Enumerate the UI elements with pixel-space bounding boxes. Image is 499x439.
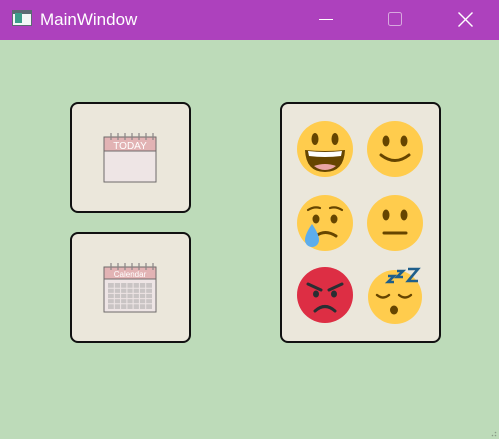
slightly-smiling-face-emoji[interactable] (366, 120, 424, 178)
crying-face-emoji[interactable] (296, 194, 354, 252)
maximize-button[interactable] (371, 0, 417, 40)
neutral-face-emoji[interactable] (366, 194, 424, 252)
sleeping-face-emoji[interactable] (366, 266, 424, 324)
minimize-icon (319, 19, 333, 20)
calendar-month-icon: Calendar (103, 263, 157, 313)
calendar-today-label: TODAY (113, 141, 147, 152)
grinning-face-emoji[interactable] (296, 120, 354, 178)
window-title: MainWindow (40, 10, 138, 29)
resize-grip-icon[interactable] (491, 431, 497, 437)
emoji-panel (280, 102, 441, 343)
calendar-month-label: Calendar (114, 270, 147, 279)
calendar-today-icon: TODAY (103, 133, 157, 183)
title-bar: MainWindow (0, 0, 499, 40)
close-icon (458, 12, 473, 27)
angry-face-emoji[interactable] (296, 266, 354, 324)
app-icon (12, 10, 32, 26)
close-button[interactable] (442, 0, 488, 40)
calendar-month-button[interactable]: Calendar (70, 232, 191, 343)
minimize-button[interactable] (302, 0, 348, 40)
calendar-today-button[interactable]: TODAY (70, 102, 191, 213)
maximize-icon (388, 12, 402, 26)
